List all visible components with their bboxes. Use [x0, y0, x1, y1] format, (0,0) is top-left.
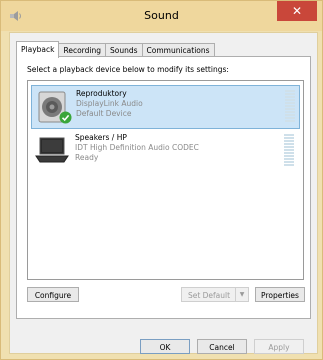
device-description: IDT High Definition Audio CODEC — [75, 143, 199, 152]
apply-button[interactable]: Apply — [254, 339, 304, 354]
device-name: Speakers / HP — [75, 133, 127, 142]
device-description: DisplayLink Audio — [76, 99, 143, 108]
ok-button[interactable]: OK — [140, 339, 190, 354]
close-button[interactable]: ✕ — [277, 1, 317, 21]
instruction-text: Select a playback device below to modify… — [27, 65, 229, 74]
playback-panel: Select a playback device below to modify… — [16, 56, 311, 319]
cancel-button[interactable]: Cancel — [197, 339, 247, 354]
device-status: Default Device — [76, 109, 132, 118]
dialog-body: Playback Recording Sounds Communications… — [9, 32, 318, 354]
device-status: Ready — [75, 153, 99, 162]
configure-button[interactable]: Configure — [27, 287, 79, 302]
sound-dialog: Sound ✕ Playback Recording Sounds Commun… — [0, 0, 323, 360]
set-default-button[interactable]: Set Default ▼ — [181, 287, 249, 302]
laptop-speaker-icon — [34, 134, 70, 168]
default-check-icon — [59, 111, 72, 124]
device-item-speakers-hp[interactable]: Speakers / HP IDT High Definition Audio … — [31, 130, 298, 172]
set-default-label: Set Default — [187, 291, 231, 300]
volume-meter — [284, 134, 294, 168]
tab-strip: Playback Recording Sounds Communications — [16, 41, 215, 58]
tab-playback[interactable]: Playback — [16, 41, 60, 58]
volume-meter — [285, 90, 295, 124]
close-icon: ✕ — [291, 4, 303, 18]
window-title: Sound — [144, 9, 179, 22]
device-item-reproduktory[interactable]: Reproduktory DisplayLink Audio Default D… — [31, 85, 300, 129]
properties-button[interactable]: Properties — [255, 287, 305, 302]
chevron-down-icon[interactable]: ▼ — [235, 288, 248, 301]
device-name: Reproduktory — [76, 89, 127, 98]
device-list[interactable]: Reproduktory DisplayLink Audio Default D… — [27, 80, 304, 280]
title-bar[interactable]: Sound ✕ — [1, 1, 322, 31]
